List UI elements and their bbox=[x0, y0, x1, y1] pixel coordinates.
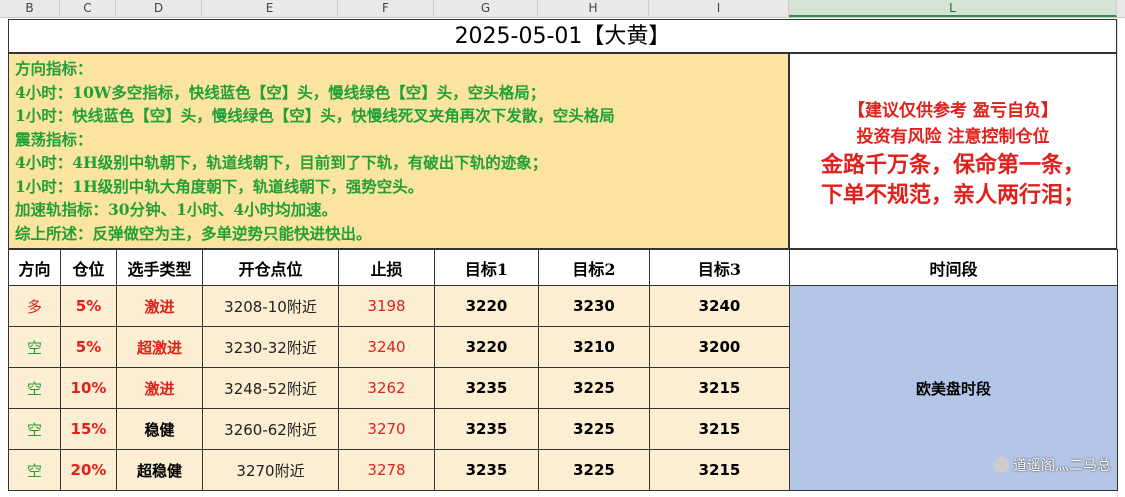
cell-target-3[interactable]: 3200 bbox=[649, 326, 790, 368]
column-header-g[interactable]: G bbox=[434, 0, 538, 17]
cell-position[interactable]: 5% bbox=[60, 326, 117, 368]
column-header-bar: B C D E F G H I L bbox=[0, 0, 1125, 18]
cell-target-1[interactable]: 3235 bbox=[434, 367, 539, 409]
cell-entry[interactable]: 3230-32附近 bbox=[202, 326, 339, 368]
cell-direction[interactable]: 空 bbox=[8, 367, 61, 409]
cell-direction[interactable]: 空 bbox=[8, 326, 61, 368]
column-header-l[interactable]: L bbox=[789, 0, 1117, 17]
analysis-line: 方向指标： bbox=[15, 59, 93, 78]
trade-plan-table: 方向 仓位 选手类型 开仓点位 止损 目标1 目标2 目标3 时间段 多 5% … bbox=[8, 249, 1118, 491]
watermark-text: 道遥阁灬二马总 bbox=[1013, 458, 1111, 474]
column-header-i[interactable]: I bbox=[649, 0, 789, 17]
cell-trader-type[interactable]: 超激进 bbox=[116, 326, 203, 368]
cell-position[interactable]: 15% bbox=[60, 408, 117, 450]
analysis-line: 1小时：1H级别中轨大角度朝下，轨道线朝下，强势空头。 bbox=[15, 176, 424, 196]
cell-direction[interactable]: 空 bbox=[8, 449, 61, 491]
cell-target-1[interactable]: 3235 bbox=[434, 449, 539, 491]
cell-target-3[interactable]: 3240 bbox=[649, 285, 790, 327]
table-row: 多 5% 激进 3208-10附近 3198 3220 3230 3240 欧美… bbox=[8, 285, 1118, 491]
cell-target-3[interactable]: 3215 bbox=[649, 367, 790, 409]
cell-target-3[interactable]: 3215 bbox=[649, 408, 790, 450]
cell-trader-type[interactable]: 激进 bbox=[116, 285, 203, 327]
watermark: 道遥阁灬二马总 bbox=[993, 455, 1111, 475]
cell-stop-loss[interactable]: 3240 bbox=[338, 326, 435, 368]
cell-stop-loss[interactable]: 3278 bbox=[338, 449, 435, 491]
analysis-line: 4小时：4H级别中轨朝下，轨道线朝下，目前到了下轨，有破出下轨的迹象； bbox=[15, 153, 548, 172]
column-header-b[interactable]: B bbox=[0, 0, 60, 17]
spreadsheet-area: 2025-05-01【大黄】 方向指标： 4小时：10W多空指标，快线蓝色【空】… bbox=[0, 17, 1125, 497]
cell-target-2[interactable]: 3230 bbox=[538, 285, 650, 327]
header-target-1[interactable]: 目标1 bbox=[434, 249, 539, 286]
analysis-line: 1小时：快线蓝色【空】头，慢线绿色【空】头，快慢线死叉夹角再次下发散，空头格局 bbox=[15, 106, 615, 125]
cell-direction[interactable]: 多 bbox=[8, 285, 61, 327]
column-header-f[interactable]: F bbox=[338, 0, 434, 17]
risk-note: 【建议仅供参考 盈亏自负】 bbox=[848, 101, 1058, 121]
cell-entry[interactable]: 3248-52附近 bbox=[202, 367, 339, 409]
analysis-line: 震荡指标： bbox=[15, 129, 93, 149]
cell-entry[interactable]: 3260-62附近 bbox=[202, 408, 339, 450]
column-header-h[interactable]: H bbox=[538, 0, 649, 17]
cell-entry[interactable]: 3208-10附近 bbox=[202, 285, 339, 327]
cell-trader-type[interactable]: 稳健 bbox=[116, 408, 203, 450]
header-session[interactable]: 时间段 bbox=[789, 249, 1118, 286]
cell-trader-type[interactable]: 超稳健 bbox=[116, 449, 203, 491]
cell-target-2[interactable]: 3225 bbox=[538, 449, 650, 491]
header-target-3[interactable]: 目标3 bbox=[649, 249, 790, 286]
cell-position[interactable]: 20% bbox=[60, 449, 117, 491]
header-entry[interactable]: 开仓点位 bbox=[202, 249, 339, 286]
cell-target-1[interactable]: 3235 bbox=[434, 408, 539, 450]
cell-position[interactable]: 5% bbox=[60, 285, 117, 327]
analysis-panel[interactable]: 方向指标： 4小时：10W多空指标，快线蓝色【空】头，慢线绿色【空】头，空头格局… bbox=[8, 53, 789, 249]
risk-warning-panel[interactable]: 【建议仅供参考 盈亏自负】 投资有风险 注意控制仓位 金路千万条，保命第一条， … bbox=[789, 53, 1117, 249]
cell-stop-loss[interactable]: 3262 bbox=[338, 367, 435, 409]
column-header-c[interactable]: C bbox=[60, 0, 116, 17]
header-trader-type[interactable]: 选手类型 bbox=[116, 249, 203, 286]
cell-target-1[interactable]: 3220 bbox=[434, 326, 539, 368]
cell-target-3[interactable]: 3215 bbox=[649, 449, 790, 491]
sheet-title[interactable]: 2025-05-01【大黄】 bbox=[8, 19, 1117, 53]
header-direction[interactable]: 方向 bbox=[8, 249, 61, 286]
cell-position[interactable]: 10% bbox=[60, 367, 117, 409]
header-stop-loss[interactable]: 止损 bbox=[338, 249, 435, 286]
cell-entry[interactable]: 3270附近 bbox=[202, 449, 339, 491]
analysis-line: 综上所述：反弹做空为主，多单逆势只能快进快出。 bbox=[15, 223, 372, 243]
risk-note: 金路千万条，保命第一条， bbox=[820, 152, 1085, 178]
watermark-logo-icon bbox=[993, 457, 1009, 473]
table-header-row: 方向 仓位 选手类型 开仓点位 止损 目标1 目标2 目标3 时间段 bbox=[8, 249, 1118, 286]
column-header-e[interactable]: E bbox=[202, 0, 338, 17]
risk-note: 投资有风险 注意控制仓位 bbox=[856, 127, 1050, 147]
analysis-line: 加速轨指标：30分钟、1小时、4小时均加速。 bbox=[15, 200, 338, 219]
cell-target-2[interactable]: 3225 bbox=[538, 408, 650, 450]
cell-target-2[interactable]: 3210 bbox=[538, 326, 650, 368]
cell-stop-loss[interactable]: 3198 bbox=[338, 285, 435, 327]
risk-note: 下单不规范，亲人两行泪； bbox=[820, 182, 1085, 208]
cell-target-2[interactable]: 3225 bbox=[538, 367, 650, 409]
column-header-d[interactable]: D bbox=[116, 0, 202, 17]
cell-stop-loss[interactable]: 3270 bbox=[338, 408, 435, 450]
analysis-line: 4小时：10W多空指标，快线蓝色【空】头，慢线绿色【空】头，空头格局； bbox=[15, 82, 546, 102]
cell-target-1[interactable]: 3220 bbox=[434, 285, 539, 327]
header-target-2[interactable]: 目标2 bbox=[538, 249, 650, 286]
cell-direction[interactable]: 空 bbox=[8, 408, 61, 450]
cell-trader-type[interactable]: 激进 bbox=[116, 367, 203, 409]
header-position[interactable]: 仓位 bbox=[60, 249, 117, 286]
